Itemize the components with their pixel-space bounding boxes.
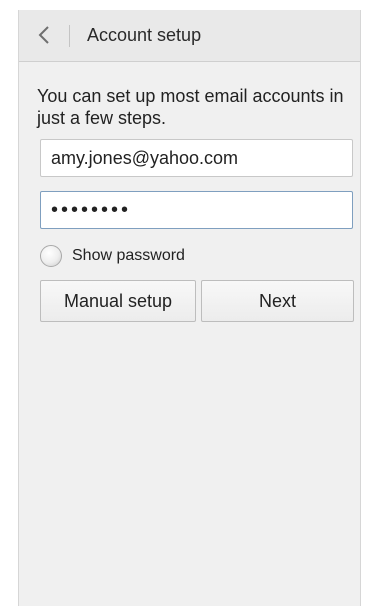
show-password-toggle[interactable]: Show password: [40, 245, 185, 267]
app-header: Account setup: [19, 10, 360, 62]
email-field[interactable]: [40, 139, 353, 177]
intro-text: You can set up most email accounts in ju…: [37, 86, 344, 128]
chevron-left-icon: [38, 26, 49, 44]
password-field[interactable]: [40, 191, 353, 229]
show-password-radio[interactable]: [40, 245, 62, 267]
manual-setup-button[interactable]: Manual setup: [40, 280, 196, 322]
page-title: Account setup: [87, 25, 202, 45]
show-password-label: Show password: [72, 247, 185, 264]
next-button[interactable]: Next: [201, 280, 354, 322]
account-setup-screen: Account setup You can set up most email …: [18, 10, 361, 606]
back-button[interactable]: [33, 23, 57, 47]
header-divider: [69, 25, 70, 47]
